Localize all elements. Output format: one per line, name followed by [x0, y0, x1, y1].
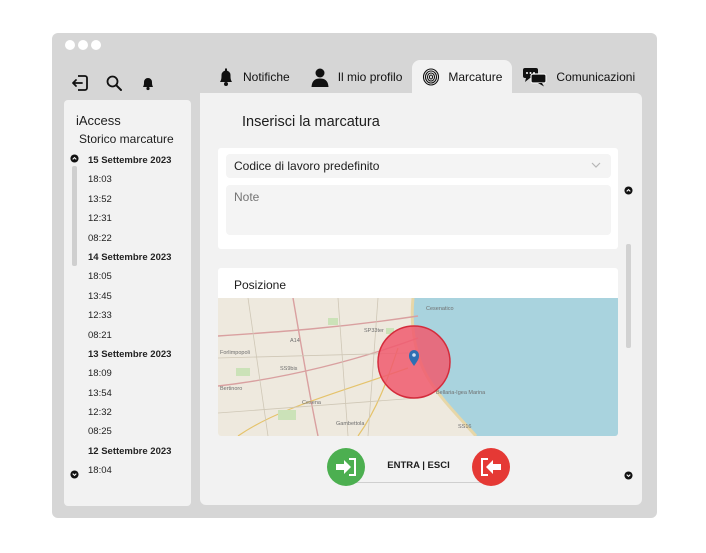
history-time[interactable]: 18:03 — [88, 170, 186, 189]
tab-marcature[interactable]: Marcature — [412, 60, 513, 93]
map-label: A14 — [290, 338, 300, 344]
logout-icon[interactable] — [70, 73, 90, 93]
map-label: SS9bis — [280, 366, 298, 372]
map-label: Forlimpopoli — [220, 350, 250, 356]
history-sidebar: iAccess Storico marcature 15 Settembre 2… — [64, 100, 191, 506]
tab-bar: Notifiche Il mio profilo Marcature Comun… — [207, 60, 645, 93]
exit-button[interactable] — [472, 448, 510, 486]
app-name: iAccess — [76, 113, 121, 128]
scroll-down-icon[interactable] — [624, 471, 633, 480]
main-panel: Inserisci la marcatura Codice di lavoro … — [200, 93, 642, 505]
history-title: Storico marcature — [79, 132, 174, 146]
position-card: Posizione A14 SS9bis Bertinoro Cesena Ga… — [218, 268, 618, 436]
history-time[interactable]: 18:05 — [88, 267, 186, 286]
bell-icon — [220, 68, 232, 86]
scroll-down-icon[interactable] — [70, 470, 79, 479]
map-label: Cesenatico — [426, 306, 454, 312]
work-code-value: Codice di lavoro predefinito — [234, 159, 380, 173]
tab-label: Marcature — [448, 69, 503, 84]
history-date: 13 Settembre 2023 — [88, 348, 172, 360]
history-list: 15 Settembre 2023 18:03 13:52 12:31 08:22 14 … — [88, 151, 186, 481]
scroll-up-icon[interactable] — [70, 154, 79, 163]
history-date: 15 Settembre 2023 — [88, 155, 172, 166]
history-time[interactable]: 12:31 — [88, 209, 186, 228]
bell-icon[interactable] — [138, 73, 158, 93]
history-time[interactable]: 08:22 — [88, 229, 186, 248]
search-icon[interactable] — [104, 73, 124, 93]
position-label: Posizione — [234, 278, 287, 292]
work-code-select[interactable]: Codice di lavoro predefinito — [226, 154, 611, 178]
enter-icon — [336, 458, 356, 476]
history-time[interactable]: 12:32 — [88, 403, 186, 422]
chat-icon — [523, 67, 548, 86]
toolbar-icons — [70, 73, 158, 93]
window-dot-minimize[interactable] — [78, 40, 88, 50]
sidebar-scrollbar-thumb[interactable] — [72, 166, 77, 266]
window-dot-maximize[interactable] — [91, 40, 101, 50]
tab-notifiche[interactable]: Notifiche — [207, 60, 300, 93]
main-scrollbar-thumb[interactable] — [626, 244, 631, 348]
map-label: Cesena — [302, 400, 322, 406]
exit-icon — [481, 458, 501, 476]
tab-label: Notifiche — [243, 69, 290, 84]
history-time[interactable]: 13:54 — [88, 384, 186, 403]
app-window: Notifiche Il mio profilo Marcature Comun… — [52, 33, 657, 518]
chevron-down-icon — [591, 162, 601, 168]
window-controls — [65, 40, 101, 50]
history-date: 14 Settembre 2023 — [88, 251, 172, 263]
history-time[interactable]: 08:25 — [88, 422, 186, 441]
history-time[interactable]: 18:04 — [88, 461, 186, 480]
history-time[interactable]: 08:21 — [88, 326, 186, 345]
fingerprint-icon — [423, 67, 440, 86]
action-divider — [347, 482, 490, 483]
location-map[interactable]: A14 SS9bis Bertinoro Cesena Gambettola F… — [218, 298, 618, 436]
map-label: Bertinoro — [220, 386, 242, 392]
page-title: Inserisci la marcatura — [242, 114, 380, 130]
details-card: Codice di lavoro predefinito — [218, 148, 618, 249]
history-time[interactable]: 13:45 — [88, 287, 186, 306]
scroll-up-icon[interactable] — [624, 186, 633, 195]
history-date: 12 Settembre 2023 — [88, 445, 172, 457]
map-label: SS16 — [458, 424, 471, 430]
tab-profilo[interactable]: Il mio profilo — [300, 60, 413, 93]
tab-label: Il mio profilo — [337, 69, 403, 84]
map-label: SP33ter — [364, 328, 384, 334]
window-dot-close[interactable] — [65, 40, 75, 50]
user-icon — [311, 68, 329, 87]
history-time[interactable]: 12:33 — [88, 306, 186, 325]
history-time[interactable]: 13:52 — [88, 190, 186, 209]
notes-field[interactable] — [226, 185, 611, 235]
history-time[interactable]: 18:09 — [88, 364, 186, 383]
map-label: Bellaria-Igea Marina — [436, 390, 486, 396]
clock-action: ENTRA | ESCI — [327, 448, 510, 486]
enter-button[interactable] — [327, 448, 365, 486]
tab-comunicazioni[interactable]: Comunicazioni — [512, 60, 645, 93]
tab-label: Comunicazioni — [556, 69, 636, 84]
map-label: Gambettola — [336, 421, 365, 427]
